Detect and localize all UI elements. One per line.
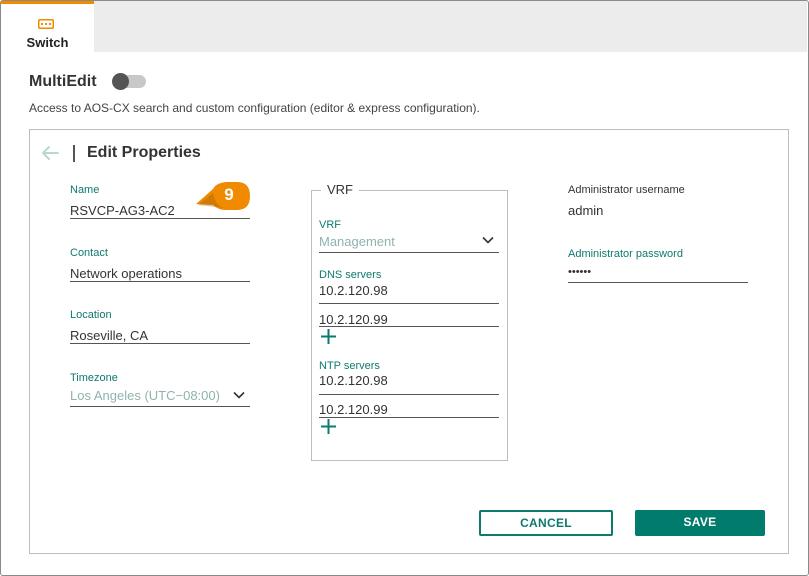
location-field[interactable]: Roseville, CA xyxy=(70,328,148,343)
location-label: Location xyxy=(70,309,112,321)
name-underline xyxy=(70,218,250,219)
vrf-select-underline xyxy=(319,252,499,253)
admin-password-underline xyxy=(568,282,748,283)
callout-number: 9 xyxy=(224,185,234,204)
name-field[interactable]: RSVCP-AG3-AC2 xyxy=(70,203,175,218)
admin-password-label: Administrator password xyxy=(568,248,683,260)
dns-server-underline xyxy=(319,303,499,304)
ntp-server-underline xyxy=(319,394,499,395)
location-underline xyxy=(70,343,250,344)
dns-servers-label: DNS servers xyxy=(319,269,382,281)
timezone-label: Timezone xyxy=(70,372,118,384)
ntp-server-field[interactable]: 10.2.120.98 xyxy=(319,373,388,388)
dns-server-field[interactable]: 10.2.120.99 xyxy=(319,312,388,327)
title-divider xyxy=(73,145,75,162)
vrf-select[interactable]: Management xyxy=(319,234,395,249)
vrf-legend: VRF xyxy=(321,182,359,197)
panel-title: Edit Properties xyxy=(87,144,201,161)
dns-server-underline xyxy=(319,326,499,327)
name-label: Name xyxy=(70,184,100,196)
admin-username-label: Administrator username xyxy=(568,184,685,196)
save-button[interactable]: SAVE xyxy=(635,510,765,536)
cancel-button[interactable]: CANCEL xyxy=(479,510,613,536)
multiedit-toggle[interactable] xyxy=(112,73,146,90)
contact-underline xyxy=(70,281,250,282)
multiedit-label: MultiEdit xyxy=(29,73,97,90)
timezone-select[interactable]: Los Angeles (UTC−08:00) xyxy=(70,388,220,403)
tab-label: Switch xyxy=(26,35,69,50)
tab-bar: Switch xyxy=(1,1,807,52)
add-dns-server-icon[interactable] xyxy=(320,328,337,345)
chevron-down-icon[interactable] xyxy=(482,236,494,244)
contact-label: Contact xyxy=(70,247,108,259)
switch-icon xyxy=(38,19,54,29)
tab-switch[interactable]: Switch xyxy=(1,1,94,52)
ntp-servers-label: NTP servers xyxy=(319,360,380,372)
toggle-knob xyxy=(112,73,129,90)
multiedit-description: Access to AOS-CX search and custom confi… xyxy=(29,101,480,115)
timezone-underline xyxy=(70,406,250,407)
admin-password-field[interactable]: •••••• xyxy=(568,266,591,278)
dns-server-field[interactable]: 10.2.120.98 xyxy=(319,283,388,298)
contact-field[interactable]: Network operations xyxy=(70,266,182,281)
ntp-server-field[interactable]: 10.2.120.99 xyxy=(319,402,388,417)
chevron-down-icon[interactable] xyxy=(233,391,245,399)
arrow-left-icon[interactable] xyxy=(40,145,60,161)
admin-username-value: admin xyxy=(568,203,604,218)
ntp-server-underline xyxy=(319,417,499,418)
vrf-select-label: VRF xyxy=(319,219,341,231)
add-ntp-server-icon[interactable] xyxy=(320,418,337,435)
